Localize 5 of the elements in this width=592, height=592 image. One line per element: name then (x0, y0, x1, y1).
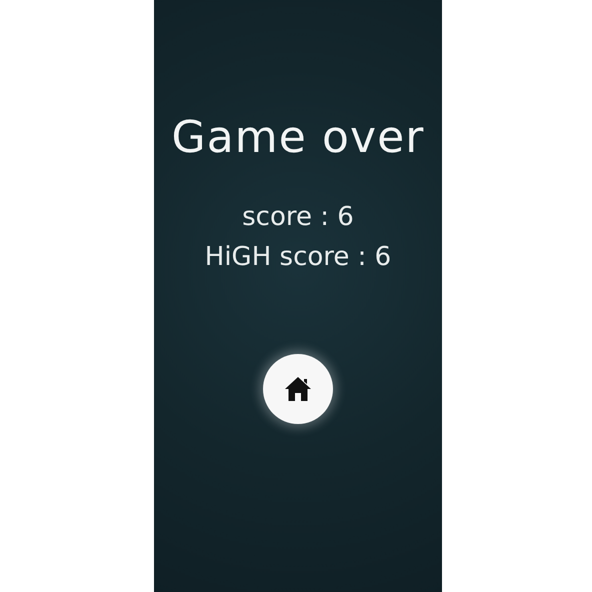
home-icon (284, 376, 312, 402)
score-text: HiGH score : 6 (204, 241, 392, 274)
game-over-title: Game over (172, 111, 424, 165)
score-text: score : 6 (242, 201, 354, 234)
home-button[interactable] (263, 354, 333, 424)
